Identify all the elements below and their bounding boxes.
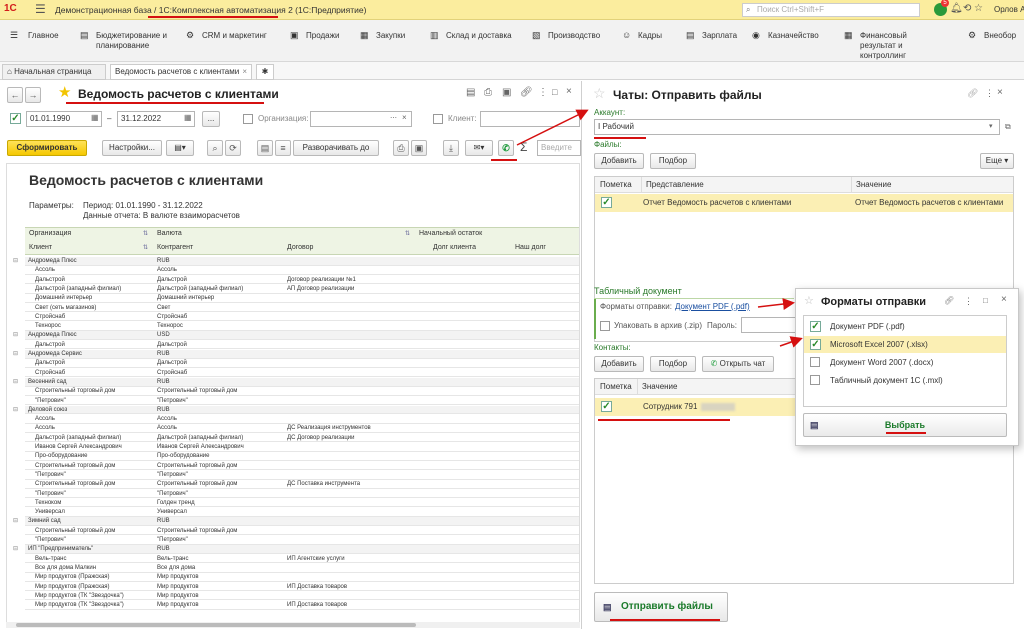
arrow-to-chats [516, 109, 589, 146]
arrow-to-formats [757, 298, 795, 311]
arrow-to-excel [779, 336, 803, 348]
annotation-arrows [516, 109, 803, 348]
